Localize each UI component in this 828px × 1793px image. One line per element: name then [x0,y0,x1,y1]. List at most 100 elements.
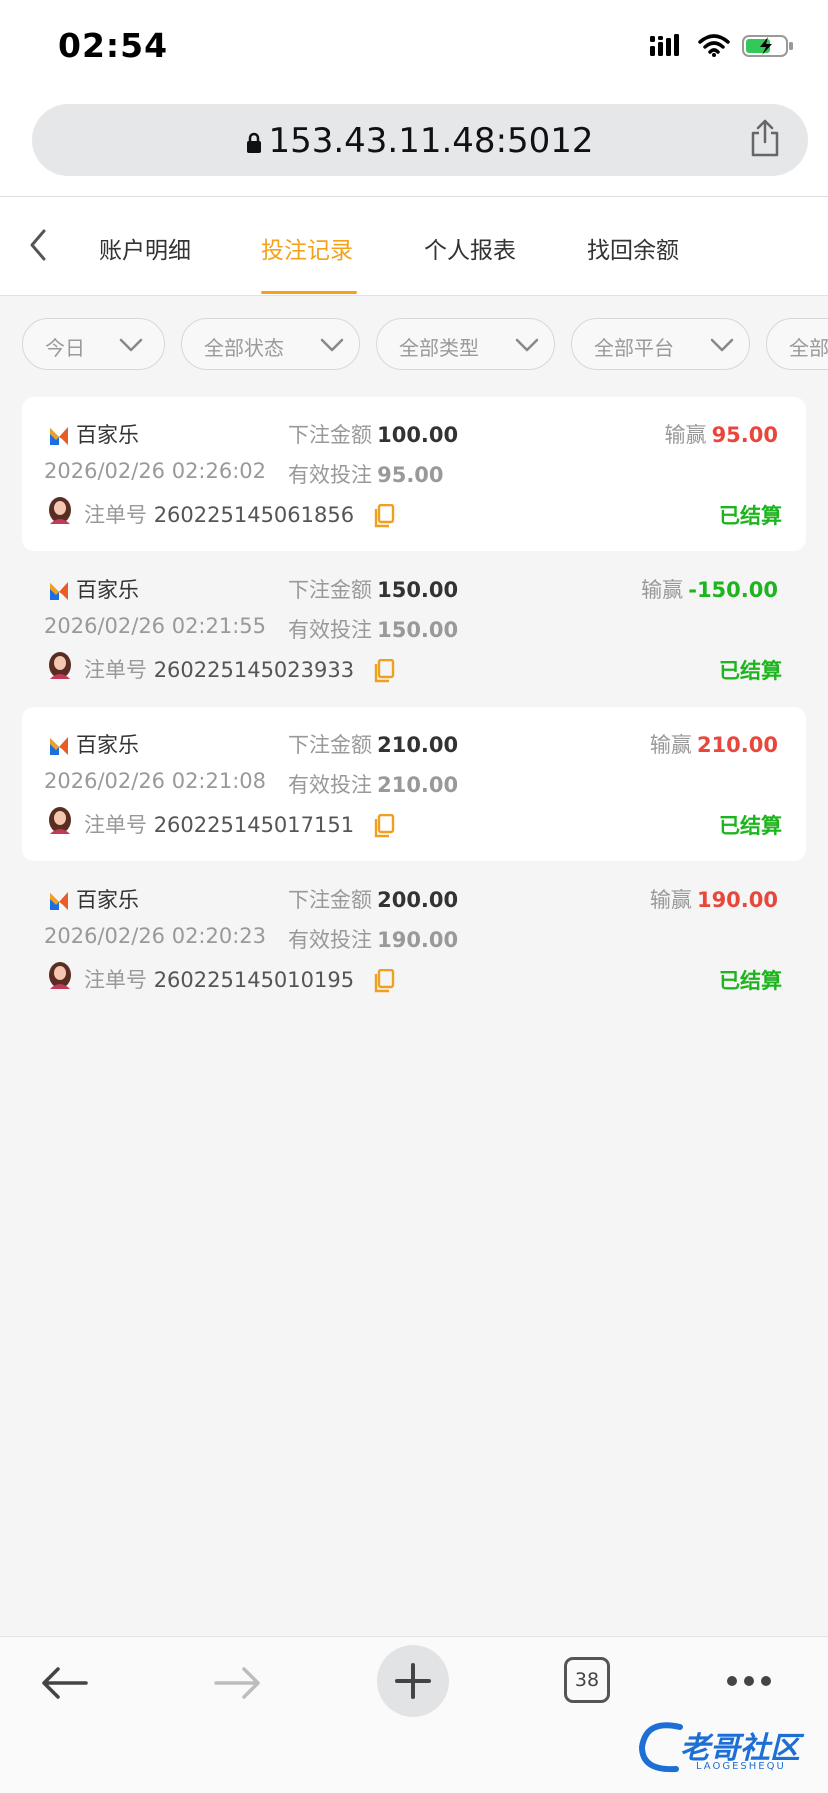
status-bar: 02:54 [0,0,828,96]
win-loss-value: 95.00 [711,423,778,447]
game-name: 百家乐 [76,578,139,602]
extra-filter-label: 全部 [789,336,828,360]
lock-icon [247,132,262,153]
filter-bar: 今日 全部状态 全部类型 全部平台 全部 [0,318,828,374]
address-bar[interactable]: 153.43.11.48:5012 [32,104,808,176]
bet-record[interactable]: 百家乐 下注金额 100.00 输赢 95.00 2026/02/26 02:2… [22,397,806,551]
game-name: 百家乐 [76,423,139,447]
date-filter[interactable]: 今日 [22,318,165,370]
avatar-icon [49,962,71,989]
valid-bet-value: 150.00 [377,618,459,642]
bet-record[interactable]: 百家乐 下注金额 210.00 输赢 210.00 2026/02/26 02:… [22,707,806,861]
bet-amount-line: 下注金额 100.00 [288,419,458,449]
avatar-icon [49,652,71,679]
win-loss-line: 输赢 190.00 [650,884,778,914]
bet-amount-label: 下注金额 [288,578,372,602]
tab-personal-report[interactable]: 个人报表 [424,231,516,265]
battery-icon [742,35,793,57]
order-number-value: 260225145023933 [153,658,355,682]
tab-bet-records[interactable]: 投注记录 [261,231,353,265]
active-tab-indicator [261,291,357,294]
order-number-value: 260225145017151 [153,813,355,837]
game-name: 百家乐 [76,888,139,912]
signal-icon [650,34,679,56]
chevron-down-icon [320,338,344,352]
bet-amount-value: 200.00 [377,888,459,912]
valid-bet-value: 210.00 [377,773,459,797]
back-arrow-icon[interactable] [38,1663,90,1703]
win-loss-label: 输赢 [641,578,684,602]
settlement-status: 已结算 [719,814,782,838]
back-chevron-icon[interactable] [22,225,54,265]
order-number-label: 注单号 [84,968,147,992]
win-loss-line: 输赢 210.00 [650,729,778,759]
share-icon[interactable] [748,118,782,158]
valid-bet-value: 95.00 [377,463,444,487]
record-tabs: 账户明细 投注记录 个人报表 找回余额 [0,197,828,296]
win-loss-label: 输赢 [664,423,707,447]
bet-amount-line: 下注金额 210.00 [288,729,458,759]
more-icon[interactable] [726,1675,772,1687]
new-tab-button[interactable] [377,1645,449,1717]
status-icons [650,34,794,58]
win-loss-value: 190.00 [696,888,778,912]
copy-icon[interactable] [373,659,395,683]
bet-time: 2026/02/26 02:20:23 [44,924,267,948]
platform-filter-label: 全部平台 [594,336,674,360]
browser-toolbar: 38 老哥社区 LAOGESHEQU [0,1636,828,1793]
bet-record[interactable]: 百家乐 下注金额 150.00 输赢 -150.00 2026/02/26 02… [22,552,806,706]
platform-filter[interactable]: 全部平台 [571,318,750,370]
plus-icon [395,1663,431,1699]
game-logo-icon [50,737,68,755]
game-logo-icon [50,427,68,445]
browser-address-area: 153.43.11.48:5012 [0,96,828,197]
valid-bet-label: 有效投注 [288,928,372,952]
valid-bet-label: 有效投注 [288,773,372,797]
status-filter[interactable]: 全部状态 [181,318,360,370]
win-loss-value: -150.00 [688,578,778,602]
watermark-logo: 老哥社区 LAOGESHEQU [636,1717,816,1783]
win-loss-label: 输赢 [649,733,692,757]
valid-bet-value: 190.00 [377,928,459,952]
bet-amount-value: 100.00 [377,423,459,447]
order-number-line: 注单号 260225145023933 [84,654,395,684]
win-loss-value: 210.00 [696,733,778,757]
bet-time: 2026/02/26 02:21:08 [44,769,267,793]
order-number-label: 注单号 [84,503,147,527]
tab-count-button[interactable]: 38 [564,1657,610,1703]
bet-amount-value: 150.00 [377,578,459,602]
settlement-status: 已结算 [719,659,782,683]
copy-icon[interactable] [373,814,395,838]
order-number-line: 注单号 260225145017151 [84,809,395,839]
bet-time: 2026/02/26 02:21:55 [44,614,267,638]
bet-amount-label: 下注金额 [288,733,372,757]
copy-icon[interactable] [373,969,395,993]
extra-filter[interactable]: 全部 [766,318,828,370]
win-loss-label: 输赢 [649,888,692,912]
settlement-status: 已结算 [719,969,782,993]
wifi-icon [698,34,730,57]
order-number-label: 注单号 [84,813,147,837]
avatar-icon [49,807,71,834]
game-logo-icon [50,582,68,600]
valid-bet-label: 有效投注 [288,618,372,642]
avatar-icon [49,497,71,524]
game-name: 百家乐 [76,733,139,757]
bet-amount-value: 210.00 [377,733,459,757]
url-text: 153.43.11.48:5012 [268,121,594,161]
tab-account-details[interactable]: 账户明细 [99,231,191,265]
watermark-subtext: LAOGESHEQU [696,1761,786,1772]
valid-bet-line: 有效投注 95.00 [288,459,444,489]
tab-recover-balance[interactable]: 找回余额 [587,231,679,265]
type-filter[interactable]: 全部类型 [376,318,555,370]
bet-record[interactable]: 百家乐 下注金额 200.00 输赢 190.00 2026/02/26 02:… [22,862,806,1016]
order-number-value: 260225145010195 [153,968,355,992]
forward-arrow-icon[interactable] [212,1663,264,1703]
chevron-down-icon [710,338,734,352]
chevron-down-icon [515,338,539,352]
order-number-value: 260225145061856 [153,503,355,527]
copy-icon[interactable] [373,504,395,528]
status-time: 02:54 [58,26,169,65]
url-display: 153.43.11.48:5012 [32,121,808,161]
bet-amount-label: 下注金额 [288,423,372,447]
